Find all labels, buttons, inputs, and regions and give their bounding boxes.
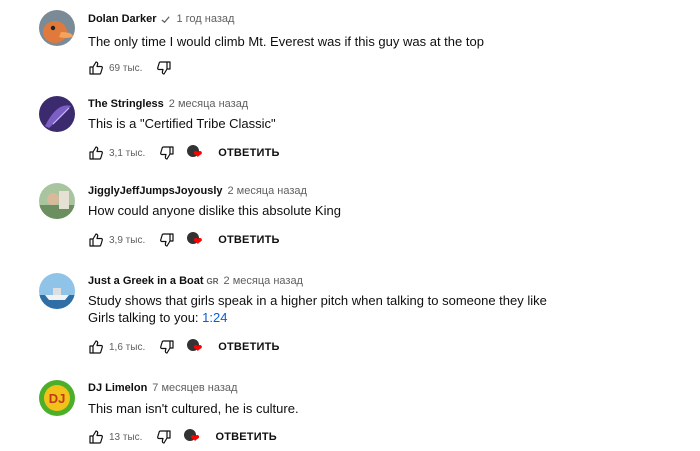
like-count: 69 тыс. bbox=[109, 62, 143, 74]
author-name[interactable]: The Stringless bbox=[88, 98, 164, 110]
dislike-button[interactable] bbox=[159, 232, 175, 248]
comment-line: Study shows that girls speak in a higher… bbox=[88, 293, 547, 308]
heart-icon: ❤ bbox=[193, 149, 203, 161]
dislike-button[interactable] bbox=[159, 339, 175, 355]
dislike-button[interactable] bbox=[156, 60, 172, 76]
comment-line-text: Girls talking to you: bbox=[88, 310, 203, 325]
like-count: 3,1 тыс. bbox=[109, 147, 146, 159]
thumb-up-icon bbox=[89, 146, 103, 160]
comment-text: This is a "Certified Tribe Classic" bbox=[88, 115, 276, 132]
comment-text: Study shows that girls speak in a higher… bbox=[88, 292, 547, 326]
author-name[interactable]: Dolan Darker bbox=[88, 13, 156, 25]
dj-logo-avatar-icon: DJ bbox=[39, 380, 75, 416]
comment-line: Girls talking to you: 1:24 bbox=[88, 309, 547, 326]
avatar[interactable] bbox=[39, 273, 75, 309]
comment-text: How could anyone dislike this absolute K… bbox=[88, 202, 341, 219]
thumb-down-icon bbox=[160, 340, 174, 354]
author-name[interactable]: DJ Limelon bbox=[88, 382, 147, 394]
heart-icon: ❤ bbox=[193, 343, 203, 355]
comment-time[interactable]: 1 год назад bbox=[176, 13, 234, 25]
comment-time[interactable]: 2 месяца назад bbox=[228, 185, 307, 197]
creator-heart: ❤ bbox=[187, 339, 205, 355]
thumb-down-icon bbox=[160, 233, 174, 247]
avatar[interactable]: DJ bbox=[39, 380, 75, 416]
like-count: 13 тыс. bbox=[109, 431, 143, 443]
thumb-up-icon bbox=[89, 61, 103, 75]
thumb-up-icon bbox=[89, 430, 103, 444]
creator-heart: ❤ bbox=[184, 429, 202, 445]
creator-heart: ❤ bbox=[187, 232, 205, 248]
like-button[interactable] bbox=[88, 429, 104, 445]
comment-text: This man isn't cultured, he is culture. bbox=[88, 400, 299, 417]
photo-avatar-icon bbox=[39, 183, 75, 219]
avatar[interactable] bbox=[39, 10, 75, 46]
author-name[interactable]: JigglyJeffJumpsJoyously bbox=[88, 185, 223, 197]
reply-button[interactable]: ОТВЕТИТЬ bbox=[218, 341, 279, 353]
heart-icon: ❤ bbox=[190, 433, 200, 445]
reply-button[interactable]: ОТВЕТИТЬ bbox=[218, 147, 279, 159]
purple-avatar-icon bbox=[39, 96, 75, 132]
comment-time[interactable]: 7 месяцев назад bbox=[152, 382, 237, 394]
heart-icon: ❤ bbox=[193, 236, 203, 248]
reply-button[interactable]: ОТВЕТИТЬ bbox=[218, 234, 279, 246]
comment-line: This is a "Certified Tribe Classic" bbox=[88, 116, 276, 131]
creator-heart: ❤ bbox=[187, 145, 205, 161]
comment-text: The only time I would climb Mt. Everest … bbox=[88, 33, 484, 50]
timestamp-link[interactable]: 1:24 bbox=[202, 310, 227, 325]
like-button[interactable] bbox=[88, 339, 104, 355]
comment-time[interactable]: 2 месяца назад bbox=[169, 98, 248, 110]
like-button[interactable] bbox=[88, 60, 104, 76]
avatar[interactable] bbox=[39, 183, 75, 219]
dislike-button[interactable] bbox=[156, 429, 172, 445]
author-name[interactable]: Just a Greek in a Boat bbox=[88, 275, 204, 287]
comment-line: The only time I would climb Mt. Everest … bbox=[88, 34, 484, 49]
like-count: 3,9 тыс. bbox=[109, 234, 146, 246]
comment-line: This man isn't cultured, he is culture. bbox=[88, 401, 299, 416]
country-badge: GR bbox=[206, 276, 219, 286]
like-button[interactable] bbox=[88, 145, 104, 161]
svg-text:DJ: DJ bbox=[49, 391, 66, 406]
thumb-down-icon bbox=[157, 430, 172, 444]
like-count: 1,6 тыс. bbox=[109, 341, 146, 353]
thumb-down-icon bbox=[157, 61, 172, 75]
duck-avatar-icon bbox=[39, 10, 75, 46]
thumb-up-icon bbox=[89, 340, 103, 354]
comment-time[interactable]: 2 месяца назад bbox=[224, 275, 303, 287]
reply-button[interactable]: ОТВЕТИТЬ bbox=[215, 431, 276, 443]
boat-avatar-icon bbox=[39, 273, 75, 309]
avatar[interactable] bbox=[39, 96, 75, 132]
thumb-down-icon bbox=[160, 146, 174, 160]
verified-check-icon bbox=[161, 15, 171, 23]
like-button[interactable] bbox=[88, 232, 104, 248]
thumb-up-icon bbox=[89, 233, 103, 247]
dislike-button[interactable] bbox=[159, 145, 175, 161]
comment-line: How could anyone dislike this absolute K… bbox=[88, 203, 341, 218]
